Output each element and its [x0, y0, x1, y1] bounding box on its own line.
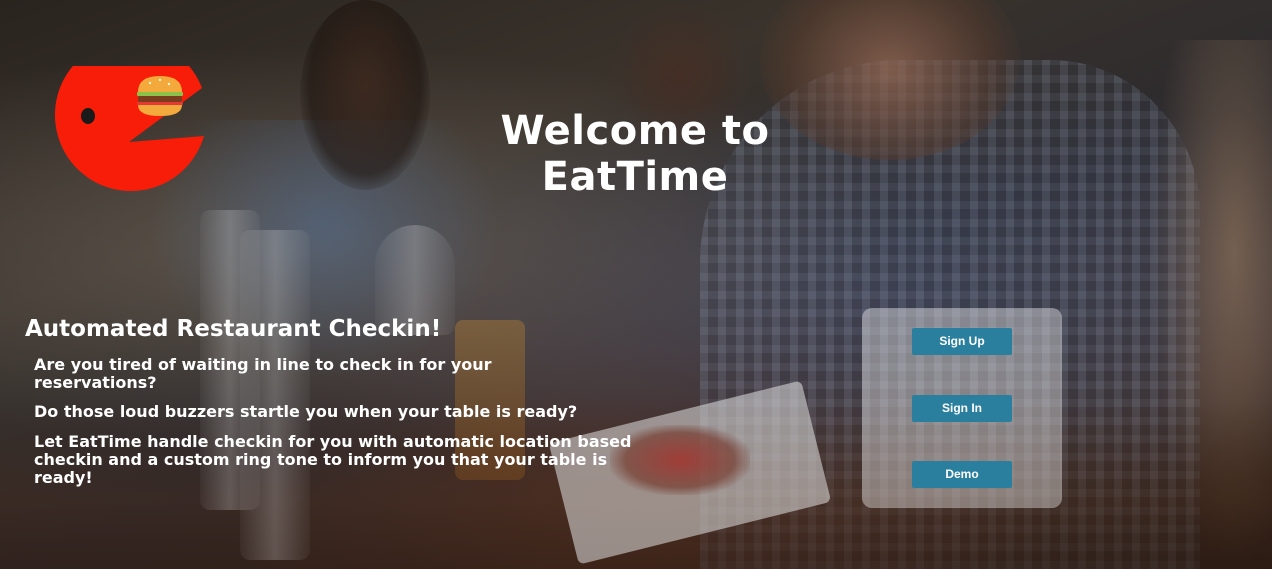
intro-paragraph: Are you tired of waiting in line to chec…: [34, 355, 492, 392]
auth-panel: Sign Up Sign In Demo: [862, 308, 1062, 508]
sign-in-button[interactable]: Sign In: [912, 395, 1012, 422]
sign-up-button[interactable]: Sign Up: [912, 328, 1012, 355]
intro-paragraph: Do those loud buzzers startle you when y…: [34, 402, 578, 421]
intro-headline: Automated Restaurant Checkin!: [25, 316, 442, 342]
landing-page: Welcome to EatTime Automated Restaurant …: [0, 0, 1272, 569]
intro-paragraph: Let EatTime handle checkin for you with …: [34, 432, 632, 487]
page-title: Welcome to EatTime: [500, 108, 770, 200]
background-carafe: [240, 230, 310, 560]
pacman-burger-logo-icon: [55, 66, 204, 191]
background-diner-left-head: [300, 0, 430, 190]
demo-button[interactable]: Demo: [912, 461, 1012, 488]
background-diner-far-right: [1150, 40, 1272, 569]
